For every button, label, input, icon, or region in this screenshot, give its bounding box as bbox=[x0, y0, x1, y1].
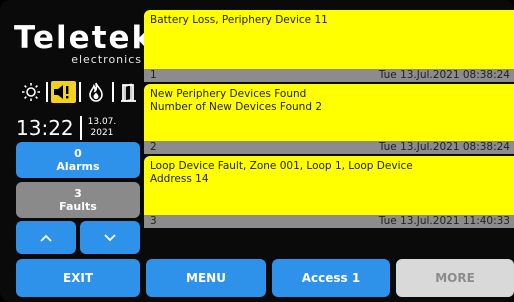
clock-time: 13:22 bbox=[16, 116, 74, 140]
exit-button[interactable]: EXIT bbox=[16, 259, 140, 297]
event-footer: 1 Tue 13.Jul.2021 08:38:24 bbox=[144, 69, 514, 82]
door-exit-icon bbox=[117, 81, 142, 103]
event-text-line: Loop Device Fault, Zone 001, Loop 1, Loo… bbox=[150, 160, 413, 172]
scroll-down-button[interactable] bbox=[80, 221, 140, 254]
event-timestamp: Tue 13.Jul.2021 08:38:24 bbox=[378, 69, 510, 81]
more-button[interactable]: MORE bbox=[396, 259, 514, 297]
faults-count: 3 bbox=[74, 187, 82, 200]
clock-date: 13.07. 2021 bbox=[88, 117, 117, 139]
chevron-down-icon bbox=[104, 233, 116, 241]
status-divider bbox=[46, 82, 48, 102]
fire-icon bbox=[84, 81, 109, 103]
event-index: 1 bbox=[150, 69, 157, 81]
event-text: New Periphery Devices Found Number of Ne… bbox=[144, 84, 514, 113]
event-timestamp: Tue 13.Jul.2021 08:38:24 bbox=[378, 141, 510, 153]
event-item[interactable]: Loop Device Fault, Zone 001, Loop 1, Loo… bbox=[144, 156, 514, 228]
panel-screen: Teletek electronics 13:22 13.07. 2021 0 … bbox=[0, 0, 514, 302]
event-text: Battery Loss, Periphery Device 11 bbox=[150, 14, 328, 26]
event-footer: 2 Tue 13.Jul.2021 08:38:24 bbox=[144, 141, 514, 154]
event-index: 2 bbox=[150, 141, 157, 153]
alarms-count: 0 bbox=[74, 147, 82, 160]
access-level-button[interactable]: Access 1 bbox=[272, 259, 390, 297]
alarms-label: Alarms bbox=[56, 160, 100, 173]
sun-icon bbox=[18, 81, 43, 103]
event-text-line: New Periphery Devices Found bbox=[150, 88, 307, 100]
event-item[interactable]: New Periphery Devices Found Number of Ne… bbox=[144, 84, 514, 154]
clock: 13:22 13.07. 2021 bbox=[16, 113, 144, 143]
event-footer: 3 Tue 13.Jul.2021 11:40:33 bbox=[144, 215, 514, 228]
alarms-button[interactable]: 0 Alarms bbox=[16, 142, 140, 178]
chevron-up-icon bbox=[40, 234, 52, 242]
status-divider bbox=[79, 82, 81, 102]
event-text: Loop Device Fault, Zone 001, Loop 1, Loo… bbox=[144, 156, 514, 185]
clock-date-year: 2021 bbox=[90, 128, 114, 138]
status-icons-bar bbox=[18, 80, 142, 104]
clock-divider bbox=[79, 116, 82, 140]
faults-button[interactable]: 3 Faults bbox=[16, 182, 140, 218]
faults-label: Faults bbox=[59, 200, 97, 213]
event-text-line: Address 14 bbox=[150, 172, 209, 185]
scroll-up-button[interactable] bbox=[16, 221, 76, 254]
clock-date-day: 13.07. bbox=[87, 117, 117, 127]
event-timestamp: Tue 13.Jul.2021 11:40:33 bbox=[378, 215, 510, 227]
status-divider bbox=[111, 82, 114, 102]
teletek-logo: Teletek electronics bbox=[14, 20, 155, 66]
speaker-warning-icon bbox=[50, 81, 77, 103]
event-item[interactable]: Battery Loss, Periphery Device 11 1 Tue … bbox=[144, 10, 514, 82]
menu-button[interactable]: MENU bbox=[146, 259, 266, 297]
event-text-line: Number of New Devices Found 2 bbox=[150, 100, 323, 113]
event-list: Battery Loss, Periphery Device 11 1 Tue … bbox=[144, 10, 514, 228]
event-index: 3 bbox=[150, 215, 157, 227]
logo-brand: Teletek bbox=[14, 20, 155, 56]
